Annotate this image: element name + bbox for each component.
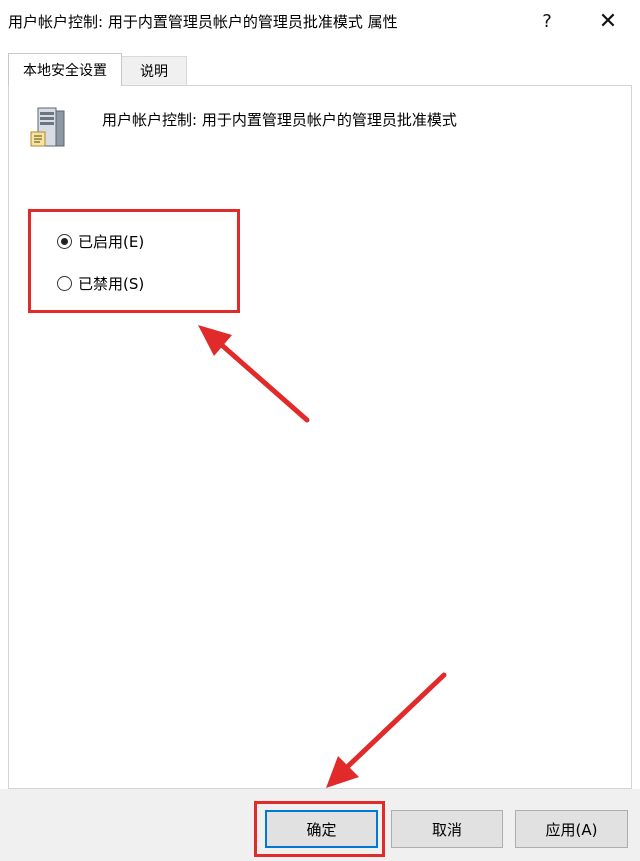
title-bar: 用户帐户控制: 用于内置管理员帐户的管理员批准模式 属性 ? ✕: [0, 0, 640, 44]
window-title: 用户帐户控制: 用于内置管理员帐户的管理员批准模式 属性: [8, 13, 398, 31]
server-policy-icon: [30, 107, 65, 147]
tab-panel: [8, 85, 632, 789]
close-button[interactable]: ✕: [588, 4, 628, 38]
cancel-button[interactable]: 取消: [391, 810, 503, 848]
options-highlight-box: [28, 209, 240, 313]
tab-explain[interactable]: 说明: [121, 56, 187, 85]
policy-name: 用户帐户控制: 用于内置管理员帐户的管理员批准模式: [102, 111, 457, 129]
tab-strip: 本地安全设置 说明: [0, 44, 640, 86]
ok-highlight-box: [254, 801, 385, 857]
help-button[interactable]: ?: [527, 4, 567, 38]
apply-button[interactable]: 应用(A): [515, 810, 628, 848]
tab-local-security-setting[interactable]: 本地安全设置: [8, 53, 122, 86]
